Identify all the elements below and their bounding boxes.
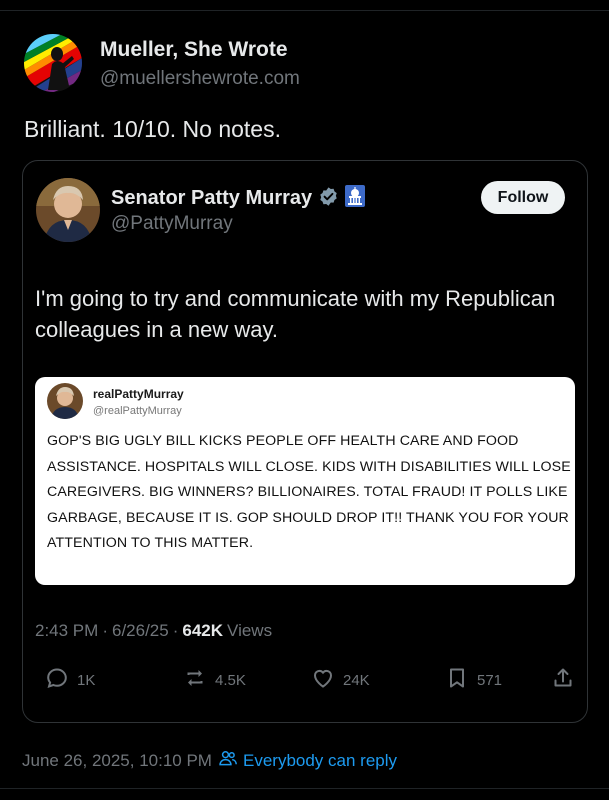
reply-setting-label: Everybody can reply	[242, 750, 398, 770]
embed-avatar	[47, 383, 83, 419]
quote-author-handle[interactable]: @PattyMurray	[111, 213, 233, 235]
people-icon	[218, 748, 238, 773]
reply-button[interactable]: 1K	[45, 663, 95, 697]
embed-text: GOP'S BIG UGLY BILL KICKS PEOPLE OFF HEA…	[47, 433, 571, 552]
follow-button[interactable]: Follow	[481, 181, 565, 214]
meta-separator: ·	[102, 621, 108, 640]
top-divider	[0, 10, 609, 11]
meta-separator: ·	[172, 621, 179, 640]
quoted-post-card[interactable]: Senator Patty Murray @PattyMurray Follow…	[22, 160, 588, 723]
share-icon	[551, 666, 575, 694]
like-icon	[311, 666, 335, 694]
embed-name: realPattyMurray	[93, 387, 184, 401]
repost-button[interactable]: 4.5K	[183, 663, 246, 697]
post-footer: June 26, 2025, 10:10 PM Everybody can re…	[22, 748, 397, 773]
like-button[interactable]: 24K	[311, 663, 370, 697]
views-count: 642K	[182, 621, 224, 640]
author-name[interactable]: Mueller, She Wrote	[100, 38, 288, 62]
post-text: Brilliant. 10/10. No notes.	[24, 116, 281, 142]
post-time[interactable]: 2:43 PM	[35, 621, 98, 641]
views-label: Views	[227, 621, 273, 640]
bookmark-button[interactable]: 571	[445, 663, 502, 697]
verified-badge-icon	[318, 186, 339, 212]
embed-handle: @realPattyMurray	[93, 405, 182, 417]
post-date[interactable]: 6/26/25	[112, 621, 169, 641]
post-datetime[interactable]: June 26, 2025, 10:10 PM	[22, 751, 212, 771]
repost-count: 4.5K	[215, 671, 246, 689]
capitol-badge-icon	[345, 185, 366, 212]
reply-count: 1K	[77, 671, 96, 689]
share-button[interactable]	[551, 663, 575, 697]
post-meta: 2:43 PM · 6/26/25 · 642K Views	[35, 621, 272, 641]
bottom-divider	[0, 788, 609, 789]
bookmark-icon	[445, 666, 469, 694]
author-handle[interactable]: @muellershewrote.com	[100, 68, 300, 90]
like-count: 24K	[343, 671, 370, 689]
bookmark-count: 571	[477, 671, 503, 689]
reply-icon	[45, 666, 69, 694]
reply-setting[interactable]: Everybody can reply	[218, 748, 397, 773]
quote-avatar[interactable]	[36, 178, 100, 242]
quote-author-name[interactable]: Senator Patty Murray	[111, 187, 312, 210]
embedded-image[interactable]: realPattyMurray @realPattyMurray GOP'S B…	[35, 377, 575, 585]
action-bar: 1K 4.5K 24K 571	[35, 663, 579, 697]
quote-text: I'm going to try and communicate with my…	[35, 286, 556, 342]
repost-icon	[183, 666, 207, 694]
quote-name-row: Senator Patty Murray	[111, 185, 366, 212]
avatar[interactable]	[24, 34, 82, 92]
